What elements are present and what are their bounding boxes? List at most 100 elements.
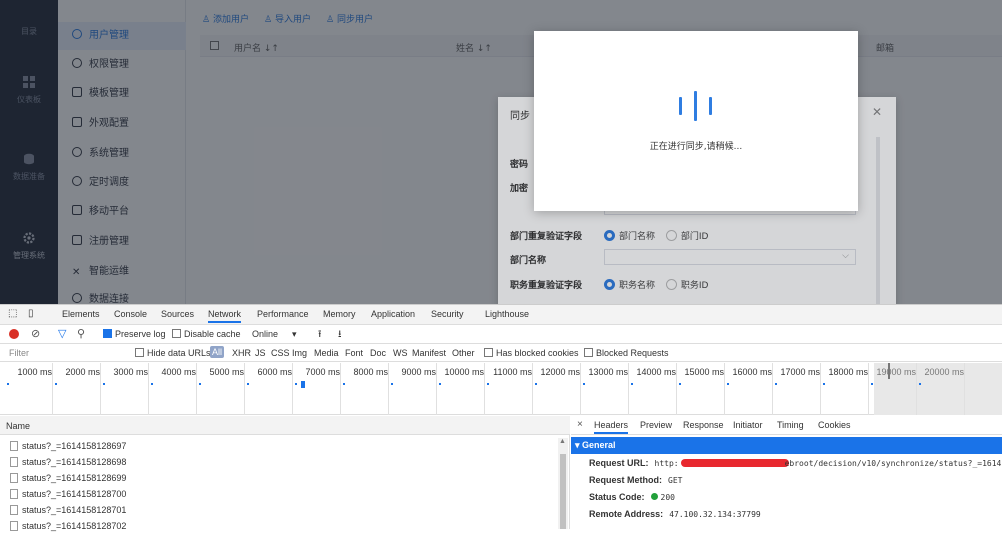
redaction-mark — [680, 459, 789, 467]
clear-icon[interactable]: ⊘ — [31, 327, 40, 340]
throttle-select[interactable]: Online ▾ — [252, 329, 297, 340]
hide-data-urls-checkbox[interactable]: Hide data URLs — [135, 348, 211, 358]
request-list-header: Name — [0, 416, 570, 435]
tab-performance[interactable]: Performance — [257, 305, 309, 323]
request-url-row: Request URL: http: ebroot/decision/v10/syn… — [589, 458, 1001, 468]
tab-initiator[interactable]: Initiator — [733, 416, 763, 434]
type-font[interactable]: Font — [345, 348, 363, 358]
request-list-scrollbar[interactable]: ▲ — [558, 438, 568, 529]
timeline-request-dot — [823, 383, 825, 385]
timeline-tick: 14000 ms — [636, 367, 676, 377]
timeline-request-dot — [775, 383, 777, 385]
network-toolbar: ⊘ ▽ ⚲ Preserve log Disable cache Online ▾… — [0, 326, 1002, 344]
filter-icon[interactable]: ▽ — [58, 327, 66, 340]
timeline-request-dot — [487, 383, 489, 385]
timeline-tick: 2000 ms — [65, 367, 100, 377]
tab-lighthouse[interactable]: Lighthouse — [485, 305, 529, 323]
timeline-request-dot — [7, 383, 9, 385]
request-row[interactable]: status?_=1614158128699 — [10, 470, 560, 486]
remote-address-value: 47.100.32.134:37799 — [669, 510, 761, 519]
device-toggle-icon[interactable]: ▯ — [28, 308, 34, 319]
throttle-label: Online — [252, 329, 279, 339]
tab-memory[interactable]: Memory — [323, 305, 356, 323]
file-icon — [10, 473, 18, 483]
file-icon — [10, 489, 18, 499]
timeline-tick: 20000 ms — [924, 367, 964, 377]
type-doc[interactable]: Doc — [370, 348, 386, 358]
sync-progress-dialog: 正在进行同步,请稍候... — [534, 31, 858, 211]
tab-preview[interactable]: Preview — [640, 416, 672, 434]
timeline-request-dot — [343, 383, 345, 385]
has-blocked-cookies-label: Has blocked cookies — [496, 348, 579, 358]
timeline-request-dot — [55, 383, 57, 385]
timeline-overview[interactable]: 1000 ms 2000 ms 3000 ms 4000 ms 5000 ms 6000 … — [0, 363, 1002, 415]
timeline-tick: 8000 ms — [353, 367, 388, 377]
timeline-tick: 16000 ms — [732, 367, 772, 377]
col-name-header[interactable]: Name — [6, 421, 30, 431]
type-all[interactable]: All — [210, 346, 225, 358]
request-row[interactable]: status?_=1614158128697 — [10, 438, 560, 454]
timeline-tick: 12000 ms — [540, 367, 580, 377]
tab-response[interactable]: Response — [683, 416, 724, 434]
timeline-tick: 3000 ms — [113, 367, 148, 377]
general-section-header[interactable]: ▾ General — [571, 437, 1002, 454]
scrollbar-thumb[interactable] — [560, 454, 566, 529]
type-img[interactable]: Img — [292, 348, 307, 358]
type-manifest[interactable]: Manifest — [412, 348, 446, 358]
devtools-tabbar: ⬚ ▯ Elements Console Sources Network Per… — [0, 305, 1002, 325]
devtools-panel: ⬚ ▯ Elements Console Sources Network Per… — [0, 304, 1002, 531]
scroll-up-icon[interactable]: ▲ — [559, 438, 566, 445]
request-row[interactable]: status?_=1614158128698 — [10, 454, 560, 470]
preserve-log-checkbox[interactable]: Preserve log — [103, 329, 166, 339]
record-icon[interactable] — [9, 329, 19, 339]
tab-application[interactable]: Application — [371, 305, 415, 323]
tab-headers[interactable]: Headers — [594, 416, 629, 434]
tab-sources[interactable]: Sources — [161, 305, 194, 323]
timeline-selected-request — [301, 381, 305, 388]
has-blocked-cookies-box — [484, 348, 493, 357]
status-code-label: Status Code: — [589, 492, 645, 502]
request-row[interactable]: status?_=1614158128700 — [10, 486, 560, 502]
request-name: status?_=1614158128702 — [22, 521, 127, 531]
timeline-tick: 5000 ms — [209, 367, 244, 377]
status-code-row: Status Code: 200 — [589, 492, 675, 502]
blocked-requests-box — [584, 348, 593, 357]
tab-elements[interactable]: Elements — [62, 305, 100, 323]
type-other[interactable]: Other — [452, 348, 475, 358]
tab-console[interactable]: Console — [114, 305, 147, 323]
request-row[interactable]: status?_=1614158128702 — [10, 518, 560, 534]
type-media[interactable]: Media — [314, 348, 339, 358]
request-name: status?_=1614158128699 — [22, 473, 127, 483]
tab-network[interactable]: Network — [208, 305, 242, 323]
request-method-value: GET — [668, 476, 683, 485]
file-icon — [10, 457, 18, 467]
timeline-tick: 9000 ms — [401, 367, 436, 377]
timeline-request-dot — [631, 383, 633, 385]
inspect-icon[interactable]: ⬚ — [8, 308, 17, 319]
type-js[interactable]: JS — [255, 348, 266, 358]
export-har-icon[interactable]: ⭳ — [338, 327, 342, 344]
loading-bar-1 — [679, 97, 682, 115]
timeline-request-dot — [727, 383, 729, 385]
import-har-icon[interactable]: ⭱ — [318, 327, 322, 344]
timeline-tick: 6000 ms — [257, 367, 292, 377]
general-title: General — [582, 440, 616, 450]
type-xhr[interactable]: XHR — [232, 348, 251, 358]
request-url-suffix: ebroot/decision/v10/synchronize/status?_… — [784, 459, 1002, 468]
disable-cache-checkbox[interactable]: Disable cache — [172, 329, 241, 339]
tab-security[interactable]: Security — [431, 305, 464, 323]
filter-input[interactable]: Filter — [9, 348, 29, 358]
tab-timing[interactable]: Timing — [777, 416, 804, 434]
request-row[interactable]: status?_=1614158128701 — [10, 502, 560, 518]
type-ws[interactable]: WS — [393, 348, 408, 358]
blocked-requests-checkbox[interactable]: Blocked Requests — [584, 348, 669, 358]
search-icon[interactable]: ⚲ — [77, 327, 85, 340]
type-css[interactable]: CSS — [271, 348, 290, 358]
tab-cookies[interactable]: Cookies — [818, 416, 851, 434]
request-method-row: Request Method: GET — [589, 475, 682, 485]
file-icon — [10, 441, 18, 451]
app-window: 目录 仪表板 数据准备 管理系统 用户管理 权限管理 模板管理 外观配置 系统管… — [0, 0, 1002, 304]
close-icon[interactable]: × — [577, 419, 583, 430]
has-blocked-cookies-checkbox[interactable]: Has blocked cookies — [484, 348, 579, 358]
timeline-tick: 10000 ms — [444, 367, 484, 377]
